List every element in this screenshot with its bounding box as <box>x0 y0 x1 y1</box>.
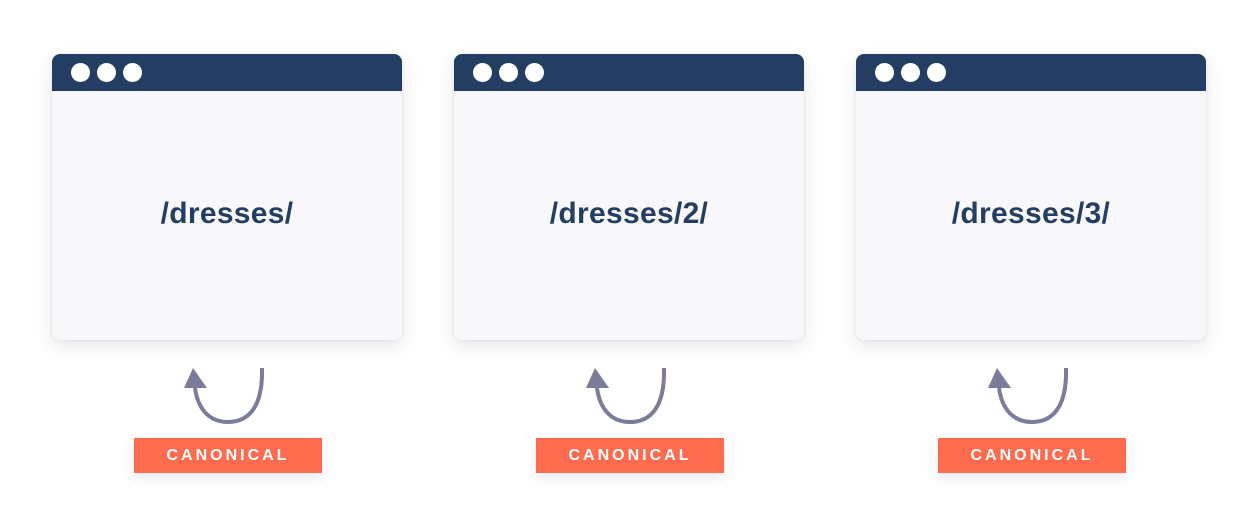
window-titlebar <box>856 54 1206 91</box>
window-titlebar <box>454 54 804 91</box>
window-dot-icon <box>927 63 946 82</box>
page-url: /dresses/ <box>160 197 294 230</box>
window-dot-icon <box>71 63 90 82</box>
canonical-badge: CANONICAL <box>134 438 322 473</box>
page-url: /dresses/3/ <box>951 197 1111 230</box>
page-url: /dresses/2/ <box>549 197 709 230</box>
canonical-badge: CANONICAL <box>536 438 724 473</box>
window-titlebar <box>52 54 402 91</box>
browser-window-2: /dresses/2/ <box>454 54 804 340</box>
self-referencing-arrow-icon <box>988 367 1069 425</box>
browser-window-3: /dresses/3/ <box>856 54 1206 340</box>
window-dot-icon <box>525 63 544 82</box>
window-dot-icon <box>499 63 518 82</box>
window-dot-icon <box>473 63 492 82</box>
window-dot-icon <box>875 63 894 82</box>
canonical-badge: CANONICAL <box>938 438 1126 473</box>
window-dot-icon <box>123 63 142 82</box>
browser-window-1: /dresses/ <box>52 54 402 340</box>
window-dot-icon <box>97 63 116 82</box>
window-dot-icon <box>901 63 920 82</box>
self-referencing-arrow-icon <box>184 367 265 425</box>
self-referencing-arrow-icon <box>586 367 667 425</box>
